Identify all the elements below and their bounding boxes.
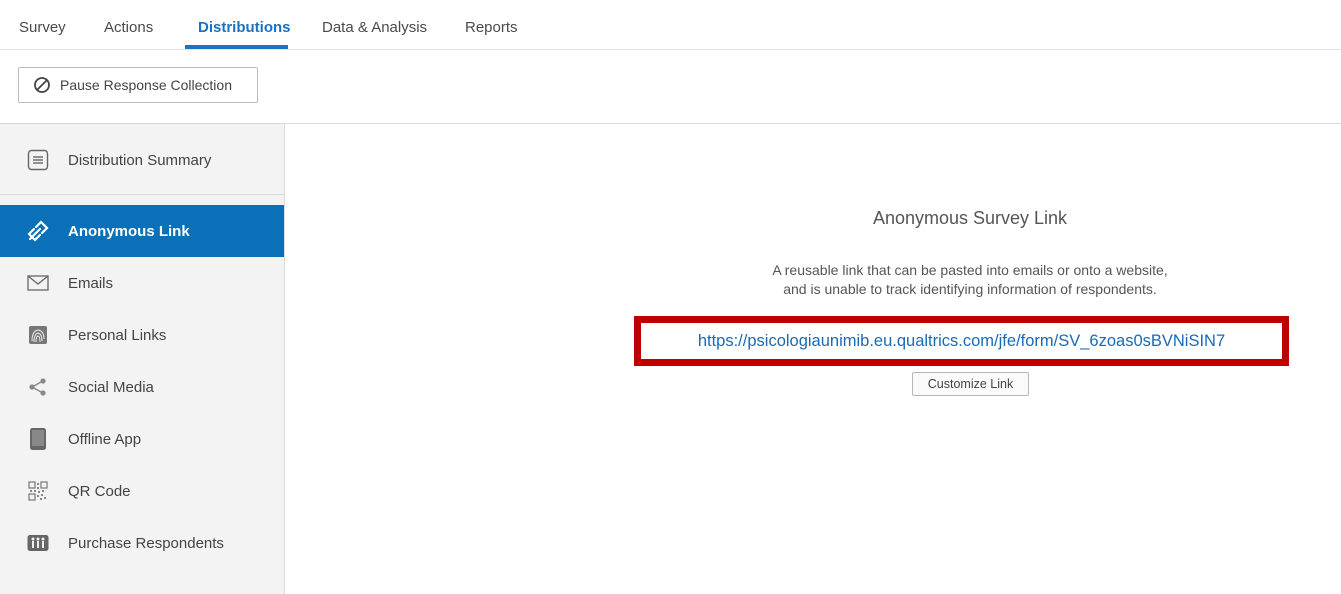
customize-link-button[interactable]: Customize Link (912, 372, 1029, 396)
block-icon (33, 76, 51, 94)
sidebar-item-label: Anonymous Link (68, 222, 190, 240)
sidebar-item-offline-app[interactable]: Offline App (0, 413, 284, 465)
sidebar-item-label: QR Code (68, 482, 131, 500)
page-title: Anonymous Survey Link (872, 208, 1068, 228)
sidebar-divider (0, 194, 284, 195)
sidebar-item-label: Distribution Summary (68, 151, 212, 169)
tab-distributions[interactable]: Distributions (198, 19, 291, 36)
sidebar-item-purchase-respondents[interactable]: Purchase Respondents (0, 517, 284, 569)
tab-actions[interactable]: Actions (104, 19, 153, 36)
qr-code-icon (26, 479, 50, 503)
active-tab-indicator (185, 45, 288, 49)
sidebar-item-qr-code[interactable]: QR Code (0, 465, 284, 517)
sidebar-item-label: Personal Links (68, 326, 167, 344)
description-line-1: A reusable link that can be pasted into … (772, 262, 1168, 278)
sidebar-item-label: Emails (68, 274, 114, 292)
sidebar-item-distribution-summary[interactable]: Distribution Summary (0, 134, 284, 186)
top-tab-bar: Survey Actions Distributions Data & Anal… (0, 0, 1341, 50)
sidebar-item-emails[interactable]: Emails (0, 257, 284, 309)
fingerprint-icon (26, 323, 50, 347)
sidebar-item-label: Offline App (68, 430, 142, 448)
tab-reports[interactable]: Reports (465, 19, 518, 36)
pause-response-collection-button[interactable]: Pause Response Collection (18, 67, 258, 103)
distribution-sidebar: Distribution Summary Anonymous Link Emai… (0, 124, 285, 594)
toolbar: Pause Response Collection (0, 50, 1341, 124)
survey-link-highlight: https://psicologiaunimib.eu.qualtrics.co… (634, 316, 1289, 366)
list-icon (26, 148, 50, 172)
link-icon (26, 219, 50, 243)
survey-link[interactable]: https://psicologiaunimib.eu.qualtrics.co… (698, 332, 1225, 351)
description: A reusable link that can be pasted into … (685, 261, 1255, 299)
sidebar-item-personal-links[interactable]: Personal Links (0, 309, 284, 361)
description-line-2: and is unable to track identifying infor… (783, 281, 1157, 297)
anonymous-link-panel: Anonymous Survey Link A reusable link th… (285, 124, 1341, 594)
tablet-icon (26, 427, 50, 451)
tab-survey[interactable]: Survey (19, 19, 66, 36)
sidebar-item-social-media[interactable]: Social Media (0, 361, 284, 413)
share-icon (26, 375, 50, 399)
sidebar-item-label: Purchase Respondents (68, 534, 224, 552)
sidebar-item-label: Social Media (68, 378, 154, 396)
people-icon (26, 531, 50, 555)
envelope-icon (26, 271, 50, 295)
tab-data-analysis[interactable]: Data & Analysis (322, 19, 427, 36)
sidebar-item-anonymous-link[interactable]: Anonymous Link (0, 205, 284, 257)
pause-button-label: Pause Response Collection (60, 77, 232, 93)
